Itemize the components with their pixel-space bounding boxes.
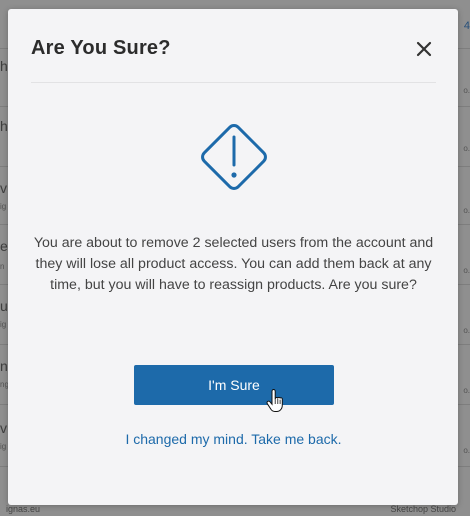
warning-diamond-icon	[201, 124, 267, 190]
bg-row-right: o.	[463, 144, 470, 153]
close-button[interactable]	[414, 39, 434, 59]
bg-bottom-right-text: Sketchop Studio	[390, 504, 456, 514]
take-me-back-link[interactable]: I changed my mind. Take me back.	[32, 431, 435, 447]
hand-pointer-icon	[266, 389, 283, 412]
im-sure-button-label: I'm Sure	[208, 377, 260, 393]
bg-row-sublabel: ig	[0, 320, 7, 329]
bg-row-right: o.	[463, 386, 470, 395]
confirm-dialog: Are You Sure? You are about to remove 2 …	[8, 9, 458, 505]
bg-top-right-text: 4	[463, 20, 470, 32]
bg-row-label: h	[0, 118, 8, 134]
bg-row-sublabel: ig	[0, 202, 7, 211]
bg-row-label: h	[0, 58, 8, 74]
bg-row-label: v	[0, 420, 7, 436]
bg-row-right: o.	[463, 266, 470, 275]
bg-row-right: o.	[463, 326, 470, 335]
bg-row-sublabel: n	[0, 262, 5, 271]
bg-row-label: v	[0, 180, 7, 196]
bg-row-sublabel: ig	[0, 442, 7, 451]
bg-bottom-left-text: ignas.eu	[6, 504, 41, 514]
dialog-title: Are You Sure?	[31, 37, 171, 59]
bg-row-right: o.	[463, 206, 470, 215]
bg-row-right: o.	[463, 86, 470, 95]
bg-row-right: o.	[463, 446, 470, 455]
bg-row-label: u	[0, 298, 8, 314]
bg-row-label: e	[0, 238, 8, 254]
bg-row-label: n	[0, 358, 8, 374]
close-icon	[416, 41, 432, 57]
title-divider	[31, 82, 436, 83]
dialog-message: You are about to remove 2 selected users…	[33, 235, 434, 293]
im-sure-button[interactable]: I'm Sure	[134, 365, 334, 405]
